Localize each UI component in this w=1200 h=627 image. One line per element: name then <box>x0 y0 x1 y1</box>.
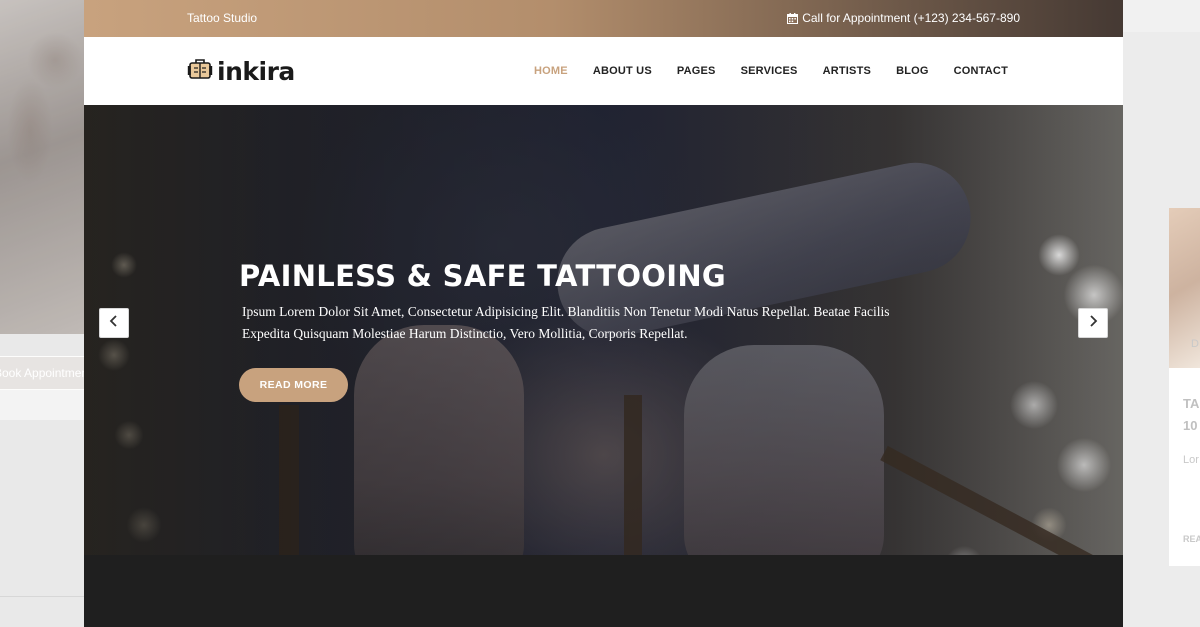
top-bar: Tattoo Studio Call for Appointment (+123… <box>84 0 1123 37</box>
left-slide-preview: Book Appointment <box>0 0 84 627</box>
nav-contact[interactable]: CONTACT <box>954 65 1008 77</box>
slider-next-button[interactable] <box>1078 308 1108 338</box>
nav-home[interactable]: HOME <box>534 65 568 77</box>
primary-nav: HOME ABOUT US PAGES SERVICES ARTISTS BLO… <box>534 65 1008 77</box>
slider-prev-button[interactable] <box>99 308 129 338</box>
preview-topbar <box>1123 0 1200 32</box>
main-page: Tattoo Studio Call for Appointment (+123… <box>84 0 1123 627</box>
nav-services[interactable]: SERVICES <box>741 65 798 77</box>
next-section <box>84 555 1123 627</box>
hero-title: PAINLESS & SAFE TATTOOING <box>239 259 727 293</box>
preview-badge: D <box>1191 338 1199 350</box>
main-navbar: inkira HOME ABOUT US PAGES SERVICES ARTI… <box>84 37 1123 105</box>
nav-pages[interactable]: PAGES <box>677 65 716 77</box>
nav-about-us[interactable]: ABOUT US <box>593 65 652 77</box>
appointment-text: Call for Appointment (+123) 234-567-890 <box>802 11 1020 25</box>
calendar-icon <box>787 12 799 24</box>
preview-link[interactable]: REA <box>1183 534 1200 544</box>
divider <box>0 596 84 597</box>
book-appointment-button[interactable]: Book Appointment <box>0 356 84 390</box>
read-more-button[interactable]: READ MORE <box>239 368 348 402</box>
hero-slider: PAINLESS & SAFE TATTOOING Ipsum Lorem Do… <box>84 105 1123 555</box>
studio-label: Tattoo Studio <box>187 11 258 25</box>
preview-photo <box>0 0 84 334</box>
site-logo[interactable]: inkira <box>187 57 295 86</box>
tattoo-machine-icon <box>187 57 213 86</box>
chevron-left-icon <box>109 314 119 332</box>
right-slide-preview: D TA 10 Lor REA <box>1123 0 1200 627</box>
preview-text: Lor <box>1183 454 1199 466</box>
nav-artists[interactable]: ARTISTS <box>823 65 871 77</box>
nav-blog[interactable]: BLOG <box>896 65 929 77</box>
preview-card: D TA 10 Lor REA <box>1169 208 1200 566</box>
preview-heading-2: 10 <box>1183 418 1198 433</box>
preview-panel <box>0 390 84 420</box>
hero-description: Ipsum Lorem Dolor Sit Amet, Consectetur … <box>242 304 890 341</box>
browser-viewport: Book Appointment D TA 10 Lor REA Tattoo … <box>0 0 1200 627</box>
logo-text: inkira <box>217 56 295 86</box>
preview-heading-1: TA <box>1183 396 1200 411</box>
chevron-right-icon <box>1088 314 1098 332</box>
appointment-contact[interactable]: Call for Appointment (+123) 234-567-890 <box>787 11 1020 25</box>
